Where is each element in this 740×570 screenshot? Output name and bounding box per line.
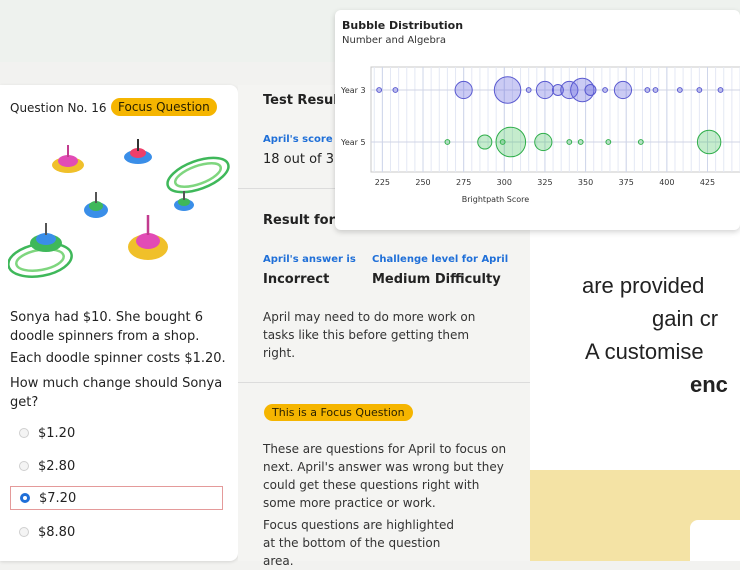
spinning-tops-illustration-icon — [8, 139, 230, 278]
question-text-line-1: Sonya had $10. She bought 6 doodle spinn… — [10, 310, 203, 344]
challenge-value: Medium Difficulty — [372, 272, 501, 287]
y-category-label: Year 5 — [340, 138, 366, 147]
radio-icon[interactable] — [19, 461, 29, 471]
x-tick-label: 250 — [415, 178, 430, 187]
answer-option-2[interactable]: $2.80 — [10, 454, 223, 478]
answer-option-label: $1.20 — [38, 425, 76, 441]
bubble-point — [392, 87, 399, 93]
score-value: 18 out of 3 — [263, 152, 335, 167]
focus-question-badge: Focus Question — [111, 98, 217, 116]
chart-title: Bubble Distribution — [342, 19, 464, 32]
focus-note: Focus questions are highlighted at the b… — [263, 518, 454, 568]
bubble-point — [584, 84, 597, 96]
x-tick-label: 400 — [659, 178, 674, 187]
bubble-point — [717, 87, 724, 93]
bubble-point — [577, 139, 584, 145]
answer-option-4[interactable]: $8.80 — [10, 520, 223, 544]
bubble-point — [602, 87, 608, 93]
focus-explanation: These are questions for April to focus o… — [263, 442, 507, 510]
bubble-point — [566, 139, 573, 145]
radio-selected-icon[interactable] — [20, 493, 30, 503]
divider — [238, 382, 530, 383]
bubble-point — [676, 87, 683, 93]
radio-icon[interactable] — [19, 428, 29, 438]
bubble-point — [454, 80, 473, 100]
question-number: Question No. 16 — [10, 101, 107, 115]
x-tick-label: 225 — [375, 178, 390, 187]
question-text-line-3: How much change should Sonya get? — [10, 376, 223, 410]
plot-frame — [370, 66, 740, 173]
answer-option-3-selected[interactable]: $7.20 — [10, 486, 223, 510]
bubble-point — [444, 139, 451, 145]
bubble-point — [376, 87, 383, 93]
bubble-point — [637, 139, 644, 145]
chart-subtitle: Number and Algebra — [342, 35, 447, 46]
score-label: April's score — [263, 134, 333, 145]
answer-label: April's answer is — [263, 254, 356, 265]
bubble-chart: 225 250 275 300 325 350 375 400 425 Year 3 Year 5 B… — [340, 66, 740, 204]
x-tick-label: 350 — [578, 178, 593, 187]
bubble-point — [535, 80, 555, 100]
answer-option-1[interactable]: $1.20 — [10, 421, 223, 445]
bubble-point — [605, 139, 612, 145]
bubble-point — [696, 87, 703, 93]
bubble-point — [652, 87, 659, 93]
slogan-line-4: enc — [690, 372, 728, 397]
x-tick-label: 375 — [619, 178, 634, 187]
x-tick-label: 300 — [497, 178, 512, 187]
slogan-line-2: gain cr — [652, 306, 719, 331]
bubble-point — [534, 132, 553, 152]
answer-option-label: $2.80 — [38, 458, 76, 474]
slogan-line-3: A customise — [585, 339, 704, 364]
advice-text: April may need to do more work on tasks … — [263, 310, 476, 360]
answer-option-label: $7.20 — [39, 490, 77, 506]
bubble-point — [525, 87, 532, 93]
bubble-point — [493, 76, 522, 104]
x-tick-label: 275 — [456, 178, 471, 187]
x-axis-label: Brightpath Score — [462, 195, 530, 204]
answer-value: Incorrect — [263, 272, 330, 287]
answer-option-label: $8.80 — [38, 524, 76, 540]
x-tick-label: 425 — [700, 178, 715, 187]
bubble-point — [696, 129, 722, 155]
focus-question-badge: This is a Focus Question — [264, 404, 413, 421]
slogan-line-1: are provided — [582, 273, 705, 298]
bubble-point — [613, 80, 633, 100]
y-category-label: Year 3 — [340, 86, 366, 95]
challenge-label: Challenge level for April — [372, 254, 509, 265]
bubble-point — [477, 134, 493, 150]
radio-icon[interactable] — [19, 527, 29, 537]
result-for-title: Result for — [263, 213, 336, 228]
bubble-point — [495, 126, 527, 158]
question-text-line-2: Each doodle spinner costs $1.20. — [10, 351, 226, 366]
x-tick-label: 325 — [537, 178, 552, 187]
bubble-point — [644, 87, 651, 93]
decorative-card-corner — [690, 520, 740, 561]
